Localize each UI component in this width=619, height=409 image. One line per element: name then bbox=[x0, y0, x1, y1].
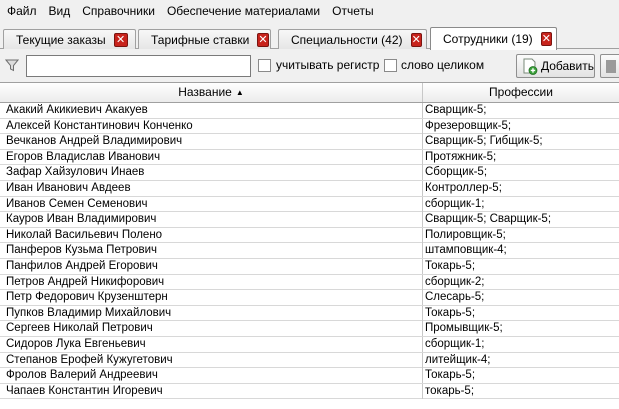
add-document-icon bbox=[523, 58, 538, 75]
tab-label: Специальности (42) bbox=[291, 32, 403, 47]
cell-professions: Слесарь-5; bbox=[425, 291, 485, 304]
column-header-label: Профессии bbox=[489, 85, 553, 99]
cell-professions: сборщик-2; bbox=[425, 275, 485, 288]
cell-employee-name: Сидоров Лука Евгеньевич bbox=[0, 336, 423, 352]
cell-professions: Полировщик-5; bbox=[425, 228, 506, 241]
menu-bar: Файл Вид Справочники Обеспечение материа… bbox=[0, 0, 619, 22]
tab-tariff-rates[interactable]: Тарифные ставки ✕ bbox=[138, 29, 271, 49]
cell-employee-name: Петров Андрей Никифорович bbox=[0, 274, 423, 290]
cell-employee-name: Иван Иванович Авдеев bbox=[0, 180, 423, 196]
cell-employee-name: Николай Васильевич Полено bbox=[0, 227, 423, 243]
table-row[interactable]: Иван Иванович Авдеев Контроллер-5; bbox=[0, 180, 619, 197]
table-header: Название ▲ Профессии bbox=[0, 83, 619, 103]
table-row[interactable]: Петр Федорович Крузенштерн Слесарь-5; bbox=[0, 290, 619, 306]
table-row[interactable]: Зафар Хайзулович Инаев Сборщик-5; bbox=[0, 165, 619, 181]
tab-label: Тарифные ставки bbox=[151, 32, 250, 47]
cell-professions: сборщик-1; bbox=[425, 337, 485, 350]
table-row[interactable]: Акакий Акикиевич Акакуев Сварщик-5; bbox=[0, 103, 619, 119]
menu-file[interactable]: Файл bbox=[0, 0, 43, 22]
table-row[interactable]: Иванов Семен Семенович сборщик-1; bbox=[0, 196, 619, 213]
cell-professions: Токарь-5; bbox=[425, 306, 476, 319]
table-row[interactable]: Алексей Константинович Конченко Фрезеровщ… bbox=[0, 118, 619, 135]
close-icon[interactable]: ✕ bbox=[540, 32, 552, 46]
cell-professions: штамповщик-4; bbox=[425, 244, 507, 257]
table-row[interactable]: Чапаев Константин Игоревич токарь-5; bbox=[0, 383, 619, 400]
table-row[interactable]: Кауров Иван Владимирович Сварщик-5; Сварщ… bbox=[0, 212, 619, 228]
cell-professions: Сварщик-5; Гибщик-5; bbox=[425, 135, 543, 148]
table-row[interactable]: Сергеев Николай Петрович Промывщик-5; bbox=[0, 321, 619, 337]
cell-professions: Протяжник-5; bbox=[425, 150, 497, 163]
table-row[interactable]: Петров Андрей Никифорович сборщик-2; bbox=[0, 274, 619, 291]
table-row[interactable]: Егоров Владислав Иванович Протяжник-5; bbox=[0, 149, 619, 166]
column-header-label: Название bbox=[178, 85, 232, 99]
cell-employee-name: Акакий Акикиевич Акакуев bbox=[0, 103, 423, 118]
cell-employee-name: Степанов Ерофей Кужугетович bbox=[0, 352, 423, 368]
close-icon[interactable]: ✕ bbox=[410, 32, 422, 47]
close-icon[interactable]: ✕ bbox=[257, 32, 269, 47]
tab-specialties[interactable]: Специальности (42) ✕ bbox=[278, 29, 427, 49]
cell-employee-name: Панферов Кузьма Петрович bbox=[0, 243, 423, 259]
table-row[interactable]: Сидоров Лука Евгеньевич сборщик-1; bbox=[0, 336, 619, 353]
cell-professions: литейщик-4; bbox=[425, 353, 491, 366]
menu-references[interactable]: Справочники bbox=[76, 0, 161, 22]
cell-professions: Контроллер-5; bbox=[425, 181, 502, 194]
cell-employee-name: Алексей Константинович Конченко bbox=[0, 118, 423, 134]
cell-professions: Сварщик-5; Сварщик-5; bbox=[425, 213, 552, 226]
add-button-label: Добавить bbox=[540, 59, 594, 73]
cell-employee-name: Пупков Владимир Михайлович bbox=[0, 305, 423, 321]
tab-bar: Текущие заказы ✕ Тарифные ставки ✕ Специ… bbox=[0, 27, 619, 50]
cell-employee-name: Егоров Владислав Иванович bbox=[0, 149, 423, 165]
cell-employee-name: Иванов Семен Семенович bbox=[0, 196, 423, 212]
table-row[interactable]: Вечканов Андрей Владимирович Сварщик-5; Г… bbox=[0, 134, 619, 150]
cell-employee-name: Панфилов Андрей Егорович bbox=[0, 258, 423, 274]
cell-professions: Токарь-5; bbox=[425, 369, 476, 382]
table-row[interactable]: Панфилов Андрей Егорович Токарь-5; bbox=[0, 258, 619, 275]
case-sensitive-checkbox[interactable] bbox=[258, 59, 271, 72]
cell-employee-name: Петр Федорович Крузенштерн bbox=[0, 290, 423, 306]
cell-employee-name: Фролов Валерий Андреевич bbox=[0, 368, 423, 384]
case-sensitive-label: учитывать регистр bbox=[276, 58, 380, 72]
cell-employee-name: Зафар Хайзулович Инаев bbox=[0, 165, 423, 181]
employees-table: Название ▲ Профессии Акакий Акикиевич Ака… bbox=[0, 82, 619, 409]
menu-view[interactable]: Вид bbox=[43, 0, 77, 22]
tab-label: Сотрудники (19) bbox=[443, 32, 533, 46]
filter-icon bbox=[5, 59, 19, 72]
column-header-name[interactable]: Название ▲ bbox=[0, 83, 423, 102]
toolbar-button-partial[interactable] bbox=[600, 54, 619, 78]
tab-employees[interactable]: Сотрудники (19) ✕ bbox=[430, 27, 557, 50]
table-row[interactable]: Николай Васильевич Полено Полировщик-5; bbox=[0, 227, 619, 244]
tab-current-orders[interactable]: Текущие заказы ✕ bbox=[3, 29, 136, 49]
tab-label: Текущие заказы bbox=[16, 32, 106, 47]
table-row[interactable]: Панферов Кузьма Петрович штамповщик-4; bbox=[0, 243, 619, 259]
table-row[interactable]: Пупков Владимир Михайлович Токарь-5; bbox=[0, 305, 619, 322]
whole-word-label: слово целиком bbox=[401, 58, 485, 72]
sort-ascending-icon: ▲ bbox=[235, 88, 244, 97]
cell-employee-name: Сергеев Николай Петрович bbox=[0, 321, 423, 337]
whole-word-checkbox[interactable] bbox=[384, 59, 397, 72]
cell-professions: сборщик-1; bbox=[425, 197, 485, 210]
table-body: Акакий Акикиевич Акакуев Сварщик-5; Алексе… bbox=[0, 103, 619, 400]
cell-professions: Фрезеровщик-5; bbox=[425, 119, 512, 132]
menu-reports[interactable]: Отчеты bbox=[326, 0, 379, 22]
add-button[interactable]: Добавить bbox=[516, 54, 595, 78]
table-row[interactable]: Фролов Валерий Андреевич Токарь-5; bbox=[0, 368, 619, 384]
table-row[interactable]: Степанов Ерофей Кужугетович литейщик-4; bbox=[0, 352, 619, 369]
cell-professions: Сборщик-5; bbox=[425, 166, 488, 179]
menu-materials[interactable]: Обеспечение материалами bbox=[161, 0, 326, 22]
cell-professions: Сварщик-5; bbox=[425, 104, 487, 116]
cell-employee-name: Вечканов Андрей Владимирович bbox=[0, 134, 423, 150]
filter-toolbar: учитывать регистр слово целиком Добавить bbox=[0, 53, 619, 79]
cell-professions: Промывщик-5; bbox=[425, 322, 503, 335]
search-input[interactable] bbox=[26, 55, 251, 77]
column-header-professions[interactable]: Профессии bbox=[423, 83, 619, 102]
cell-professions: токарь-5; bbox=[425, 384, 475, 397]
cell-employee-name: Чапаев Константин Игоревич bbox=[0, 383, 423, 399]
cell-professions: Токарь-5; bbox=[425, 259, 476, 272]
close-icon[interactable]: ✕ bbox=[113, 32, 128, 47]
cell-employee-name: Кауров Иван Владимирович bbox=[0, 212, 423, 228]
